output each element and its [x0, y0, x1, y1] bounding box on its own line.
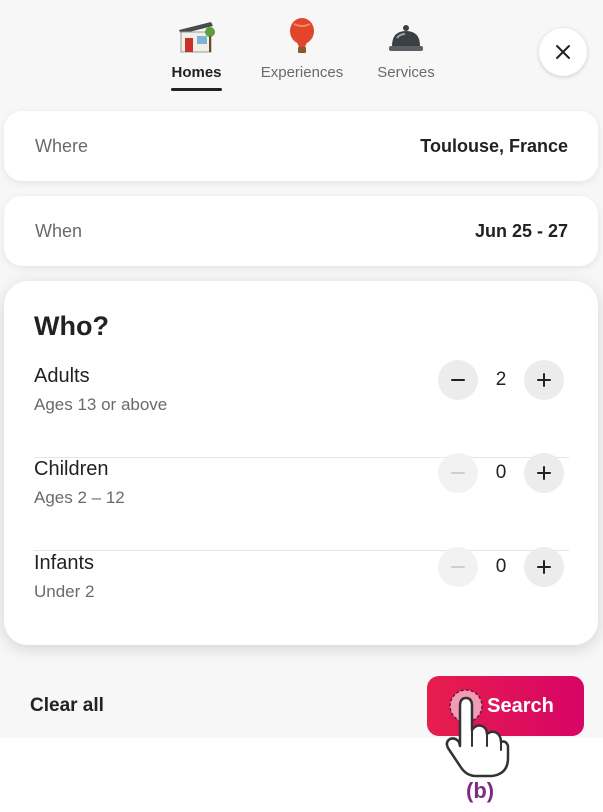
minus-icon	[451, 472, 465, 474]
close-button[interactable]	[539, 28, 587, 76]
guest-type-label: Children	[34, 458, 109, 480]
tab-homes-label: Homes	[171, 64, 222, 81]
clear-all-button[interactable]: Clear all	[30, 695, 104, 717]
plus-icon	[537, 373, 551, 387]
pointer-hand-icon	[445, 689, 510, 778]
guest-row-adults: Adults Ages 13 or above 2	[34, 360, 569, 458]
tab-experiences[interactable]: Experiences	[256, 18, 348, 81]
tab-services[interactable]: Services	[373, 18, 439, 81]
guest-type-label: Infants	[34, 552, 95, 574]
close-icon	[556, 45, 570, 59]
children-decrement-button[interactable]	[438, 453, 478, 493]
guest-type-label: Adults	[34, 365, 90, 387]
when-value: Jun 25 - 27	[474, 220, 568, 241]
infants-decrement-button[interactable]	[438, 547, 478, 587]
who-panel: Who? Adults Ages 13 or above 2 Children …	[4, 281, 598, 645]
adults-stepper: 2	[438, 360, 564, 400]
guest-type-description: Under 2	[34, 582, 95, 601]
minus-icon	[451, 566, 465, 568]
step-annotation-label: (b)	[466, 778, 495, 803]
when-field[interactable]: When Jun 25 - 27	[4, 196, 598, 266]
infants-count: 0	[495, 556, 507, 577]
guest-row-children: Children Ages 2 – 12 0	[34, 453, 569, 551]
plus-icon	[537, 560, 551, 574]
who-title: Who?	[34, 311, 109, 341]
house-icon	[164, 18, 229, 54]
tab-homes[interactable]: Homes	[164, 18, 229, 91]
guest-type-description: Ages 13 or above	[34, 395, 168, 414]
active-tab-indicator	[171, 88, 222, 91]
children-count: 0	[495, 462, 507, 483]
infants-stepper: 0	[438, 547, 564, 587]
when-label: When	[35, 220, 83, 241]
adults-increment-button[interactable]	[524, 360, 564, 400]
tab-experiences-label: Experiences	[260, 64, 344, 81]
children-stepper: 0	[438, 453, 564, 493]
infants-increment-button[interactable]	[524, 547, 564, 587]
guest-row-infants: Infants Under 2 0	[34, 547, 569, 645]
guest-type-description: Ages 2 – 12	[34, 488, 125, 507]
adults-count: 2	[495, 369, 507, 390]
children-increment-button[interactable]	[524, 453, 564, 493]
hot-air-balloon-icon	[256, 18, 348, 54]
category-tabs: Homes Experiences Services	[0, 0, 603, 100]
search-panel: Homes Experiences Services Where Toulous…	[0, 0, 603, 738]
adults-decrement-button[interactable]	[438, 360, 478, 400]
minus-icon	[451, 379, 465, 381]
where-field[interactable]: Where Toulouse, France	[4, 111, 598, 181]
plus-icon	[537, 466, 551, 480]
where-value: Toulouse, France	[420, 135, 568, 156]
where-label: Where	[35, 135, 89, 156]
service-bell-icon	[373, 18, 439, 54]
tab-services-label: Services	[377, 64, 435, 81]
